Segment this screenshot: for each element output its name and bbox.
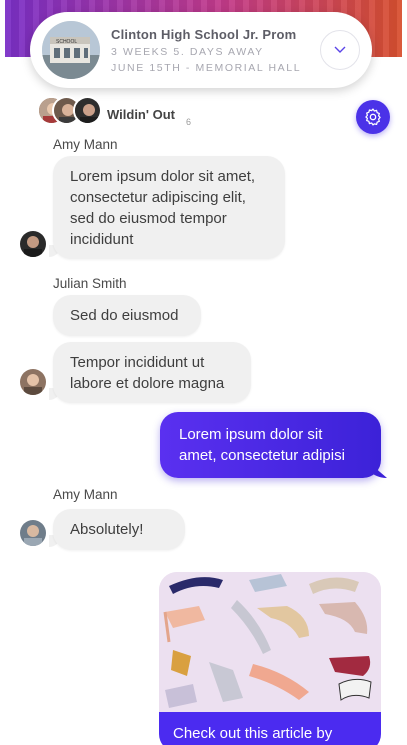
event-card[interactable]: SCHOOL Clinton High School Jr. Prom 3 WE… <box>30 12 372 88</box>
article-caption: Check out this article by <box>159 712 381 745</box>
sender-name: Amy Mann <box>53 137 118 152</box>
sender-avatar <box>20 369 46 395</box>
sender-name: Amy Mann <box>53 487 118 502</box>
message-bubble-incoming[interactable]: Sed do eiusmod <box>53 295 201 336</box>
bubble-tail-outgoing <box>373 466 387 478</box>
message-bubble-incoming[interactable]: Tempor incididunt ut labore et dolore ma… <box>53 342 251 403</box>
sender-name: Julian Smith <box>53 276 127 291</box>
group-name: Wildin' Out <box>107 107 175 122</box>
chevron-down-icon <box>334 46 346 53</box>
article-image-shoes <box>159 572 381 712</box>
event-title: Clinton High School Jr. Prom <box>111 27 297 42</box>
message-bubble-incoming[interactable]: Lorem ipsum dolor sit amet, consectetur … <box>53 156 285 259</box>
shared-article-card[interactable]: Check out this article by <box>159 572 381 745</box>
event-countdown: 3 WEEKS 5. DAYS AWAY <box>111 46 264 58</box>
gear-icon <box>365 108 381 126</box>
settings-button[interactable] <box>356 100 390 134</box>
chat-screen: SCHOOL Clinton High School Jr. Prom 3 WE… <box>5 0 402 745</box>
member-count: 6 <box>186 117 192 127</box>
event-thumbnail: SCHOOL <box>42 21 100 79</box>
group-header[interactable]: Wildin' Out 6 <box>35 96 395 128</box>
sender-avatar <box>20 520 46 546</box>
school-building-image: SCHOOL <box>42 21 100 79</box>
thumbnail-sign: SCHOOL <box>56 39 77 45</box>
group-member-avatar <box>73 96 102 125</box>
event-details: JUNE 15TH - MEMORIAL HALL <box>111 62 302 74</box>
message-bubble-outgoing[interactable]: Lorem ipsum dolor sit amet, consectetur … <box>160 412 381 478</box>
expand-event-button[interactable] <box>320 30 360 70</box>
message-bubble-incoming[interactable]: Absolutely! <box>53 509 185 550</box>
sender-avatar <box>20 231 46 257</box>
